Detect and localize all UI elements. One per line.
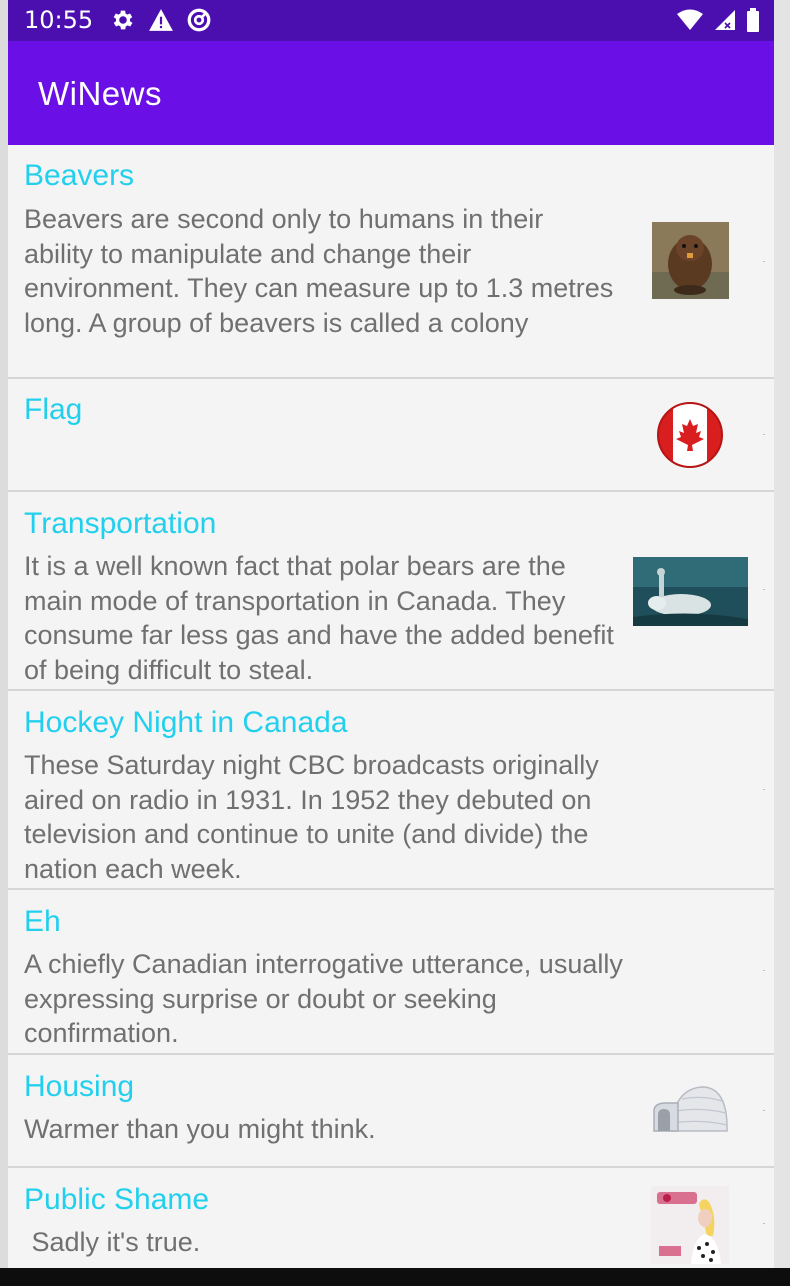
status-bar: 10:55 <box>8 0 774 41</box>
wifi-icon <box>677 9 703 30</box>
news-item-beavers[interactable]: Beavers Beavers are second only to human… <box>8 145 774 379</box>
data-saver-icon <box>187 8 211 32</box>
news-item-transportation[interactable]: Transportation It is a well known fact t… <box>8 492 774 691</box>
status-time: 10:55 <box>24 6 94 34</box>
news-item-title: Flag <box>24 393 83 426</box>
canada-flag-image <box>656 401 724 469</box>
news-item-title: Eh <box>24 905 61 938</box>
igloo-image <box>652 1081 729 1133</box>
news-item-title: Public Shame <box>24 1183 210 1216</box>
news-item-title: Housing <box>24 1070 135 1103</box>
news-item-description: Warmer than you might think. <box>24 1114 376 1144</box>
row-marker <box>763 434 765 435</box>
news-item-description: Sadly it's true. <box>24 1227 201 1257</box>
gear-icon <box>113 10 133 30</box>
album-cover-image <box>651 1186 729 1264</box>
news-item-flag[interactable]: Flag <box>8 379 774 492</box>
news-item-hockey-night[interactable]: Hockey Night in Canada These Saturday ni… <box>8 691 774 890</box>
news-item-public-shame[interactable]: Public Shame Sadly it's true. <box>8 1168 774 1278</box>
news-item-housing[interactable]: Housing Warmer than you might think. <box>8 1055 774 1168</box>
news-item-description: It is a well known fact that polar bears… <box>24 551 614 685</box>
news-item-eh[interactable]: Eh A chiefly Canadian interrogative utte… <box>8 890 774 1055</box>
beaver-image <box>652 222 729 299</box>
row-marker <box>763 1223 765 1224</box>
news-item-title: Beavers <box>24 159 135 192</box>
news-item-title: Transportation <box>24 507 217 540</box>
warning-icon <box>149 9 173 31</box>
scrollbar-track <box>774 0 790 1286</box>
app-title: WiNews <box>38 75 162 112</box>
screen: 10:55 WiNews Beavers Beavers are second … <box>8 0 774 1286</box>
row-marker <box>763 589 765 590</box>
row-marker <box>763 970 765 971</box>
polar-bear-image <box>633 557 748 626</box>
app-bar: WiNews <box>8 41 774 145</box>
row-marker <box>763 261 765 262</box>
cell-signal-icon <box>715 10 735 30</box>
row-marker <box>763 1110 765 1111</box>
navigation-bar <box>0 1268 790 1286</box>
news-item-title: Hockey Night in Canada <box>24 706 348 739</box>
row-marker <box>763 789 765 790</box>
news-item-description: A chiefly Canadian interrogative utteran… <box>24 949 623 1048</box>
news-item-description: Beavers are second only to humans in the… <box>24 204 614 338</box>
news-item-description: These Saturday night CBC broadcasts orig… <box>24 750 599 884</box>
battery-icon <box>747 8 759 32</box>
